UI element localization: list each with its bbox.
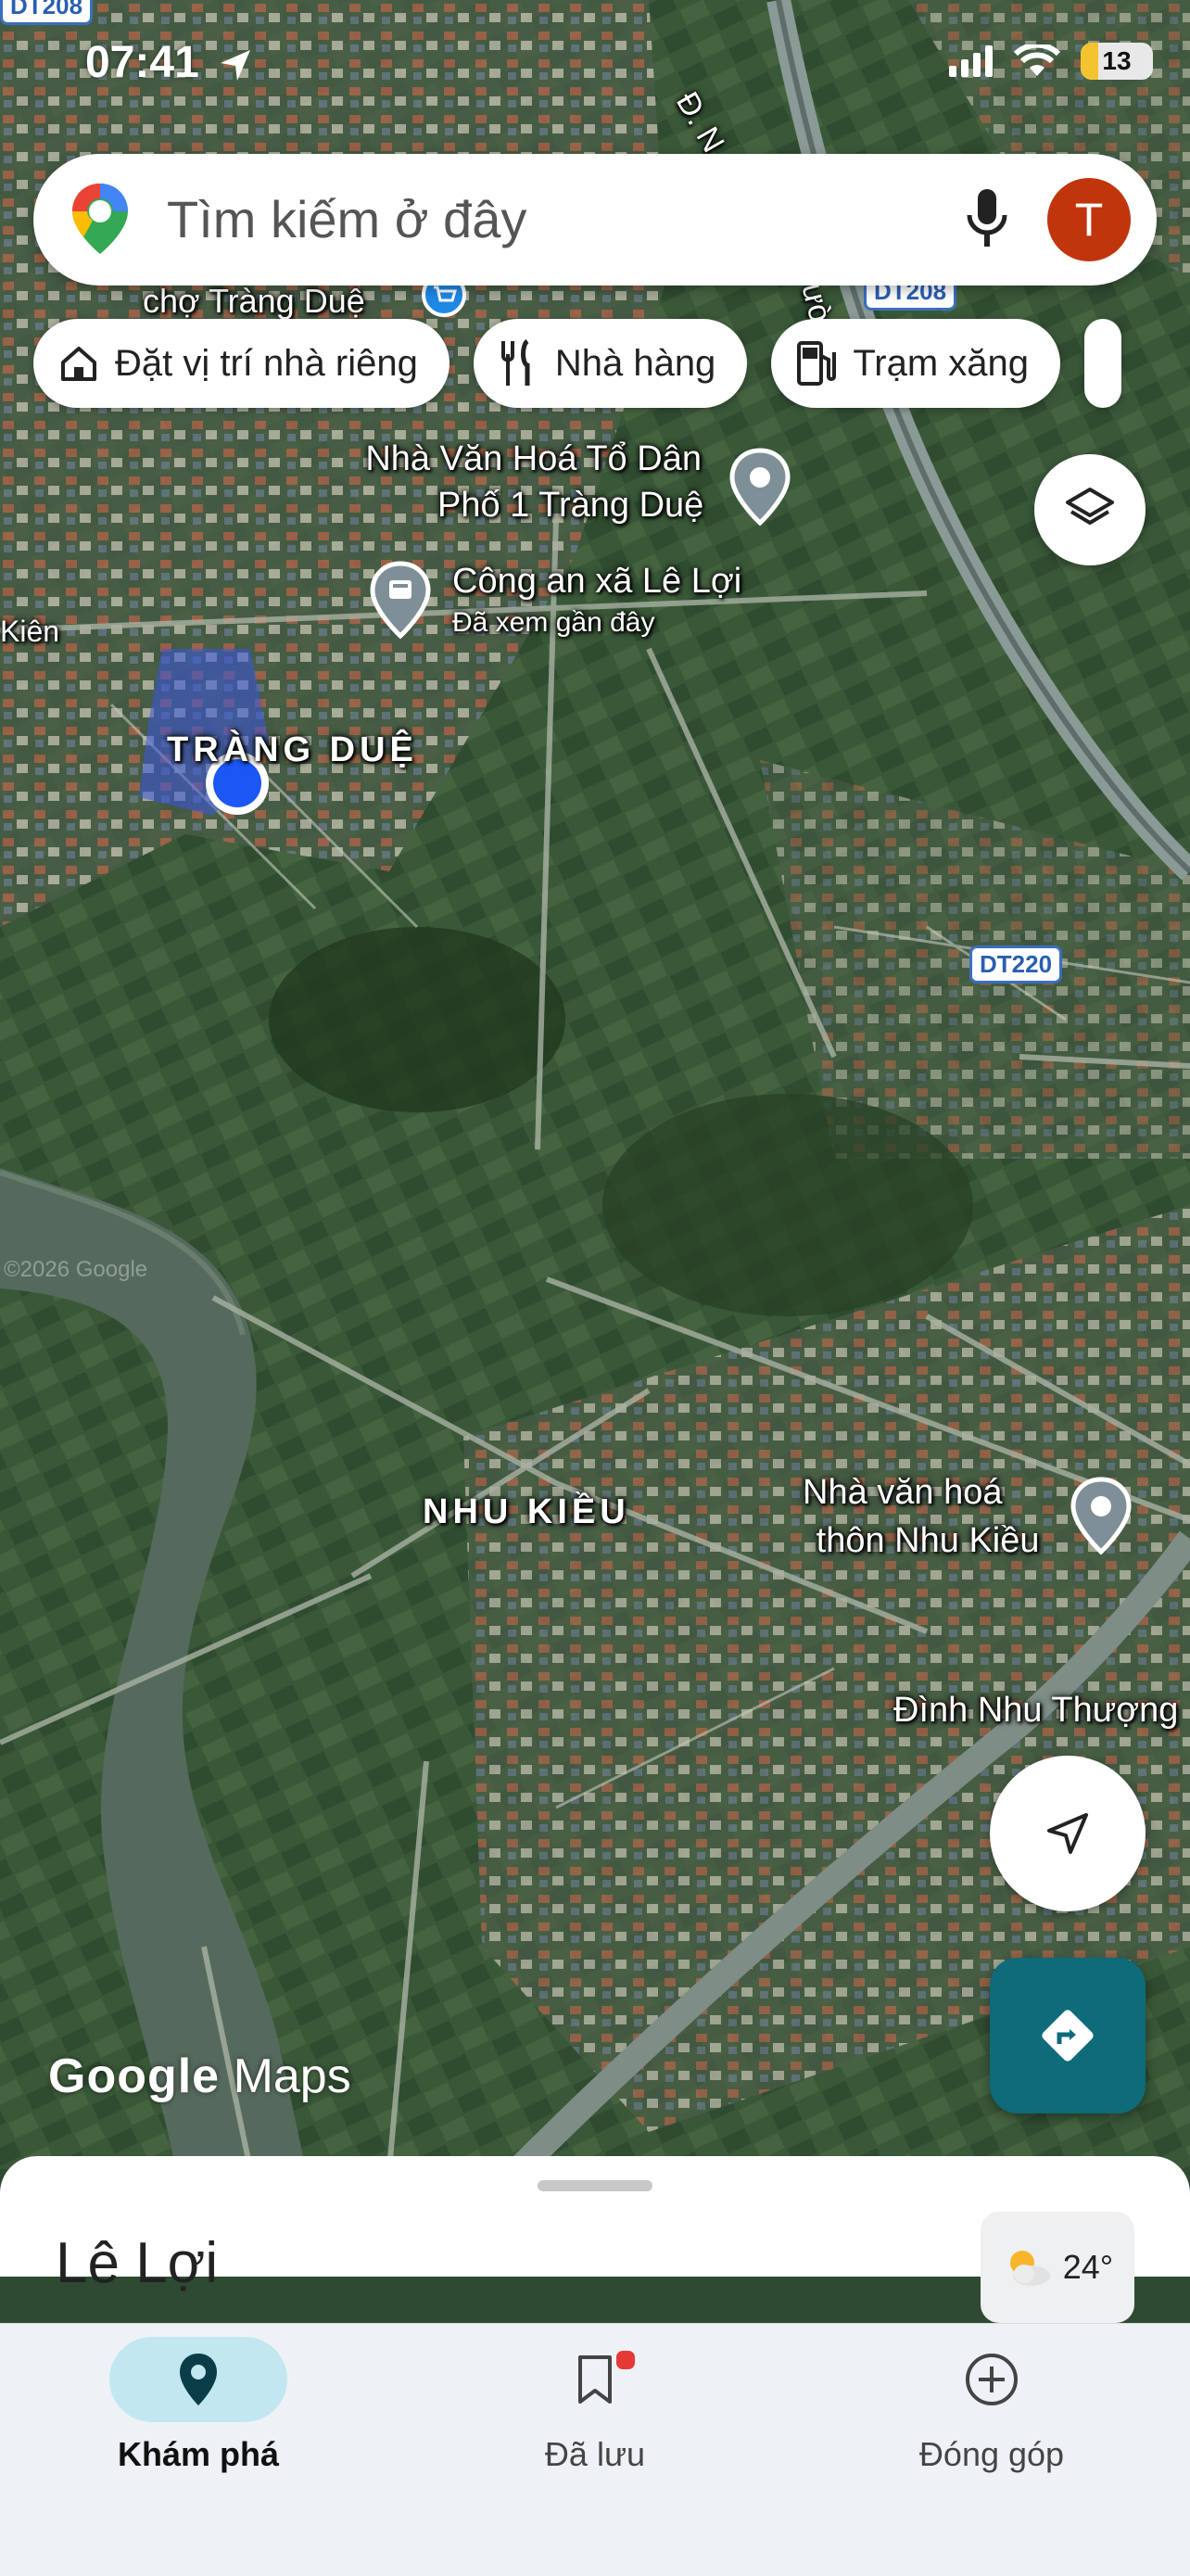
chip-more[interactable] xyxy=(1084,319,1121,408)
police-pin-icon[interactable] xyxy=(367,560,434,644)
restaurant-icon xyxy=(500,339,530,386)
navigation-arrow-icon xyxy=(1047,1813,1088,1854)
nav-icon-container xyxy=(506,2337,684,2422)
battery-indicator: 13 xyxy=(1081,43,1153,80)
map-pin-icon[interactable] xyxy=(727,447,793,531)
maps-wordmark: Maps xyxy=(233,2049,351,2103)
poi-label-line1: Nhà văn hoá xyxy=(803,1473,1003,1512)
chip-label: Nhà hàng xyxy=(554,342,716,384)
nav-label: Khám phá xyxy=(117,2435,280,2473)
my-location-button[interactable] xyxy=(990,1756,1146,1911)
area-label-trang-due: TRÀNG DUỆ xyxy=(167,730,418,769)
chip-restaurants[interactable]: Nhà hàng xyxy=(473,319,748,408)
bottom-sheet[interactable]: Lê Lợi 24° xyxy=(0,2156,1190,2323)
poi-label-nha-van-hoa-nhu-kieu[interactable]: Nhà văn hoá thôn Nhu Kiều xyxy=(803,1468,1040,1565)
nav-contribute[interactable]: Đóng góp xyxy=(793,2324,1190,2474)
add-circle-icon xyxy=(966,2354,1018,2405)
nav-icon-container xyxy=(109,2337,287,2422)
location-arrow-icon xyxy=(221,50,251,82)
status-time: 07:41 xyxy=(85,37,254,88)
directions-icon xyxy=(1042,2010,1094,2062)
status-icons: 13 xyxy=(949,43,1153,80)
bookmark-icon xyxy=(578,2355,612,2404)
poi-label-cong-an-name: Công an xã Lê Lợi xyxy=(452,562,742,601)
chip-label: Đặt vị trí nhà riêng xyxy=(115,342,418,384)
gas-station-icon xyxy=(797,341,837,386)
search-input[interactable]: Tìm kiếm ở đây xyxy=(167,189,526,249)
clock: 07:41 xyxy=(85,38,199,87)
directions-button[interactable] xyxy=(990,1958,1146,2113)
poi-label-line2: thôn Nhu Kiều xyxy=(816,1521,1040,1560)
poi-label-cong-an[interactable]: Công an xã Lê Lợi Đã xem gần đây xyxy=(452,558,741,641)
road-shield-dt208-top: DT208 xyxy=(0,0,94,25)
battery-level: 13 xyxy=(1102,46,1132,75)
chip-gas-stations[interactable]: Trạm xăng xyxy=(771,319,1060,408)
google-maps-logo: Google Maps xyxy=(48,2049,351,2104)
nav-explore[interactable]: Khám phá xyxy=(0,2324,397,2474)
notification-dot xyxy=(614,2348,638,2372)
account-avatar[interactable]: T xyxy=(1047,178,1131,261)
road-shield-dt220: DT220 xyxy=(969,945,1063,983)
poi-label-line2: Phố 1 Tràng Duệ xyxy=(437,486,704,525)
nav-icon-container xyxy=(903,2337,1081,2422)
map-pin-icon[interactable] xyxy=(1068,1476,1134,1560)
explore-pin-icon xyxy=(180,2354,217,2405)
map-copyright: ©2026 Google xyxy=(4,1257,148,1282)
chip-home[interactable]: Đặt vị trí nhà riêng xyxy=(33,319,449,408)
sheet-drag-handle[interactable] xyxy=(538,2180,652,2191)
category-chips: Đặt vị trí nhà riêng Nhà hàng Trạm xăng xyxy=(33,319,1121,408)
area-label-nhu-kieu: NHU KIỀU xyxy=(423,1492,630,1531)
poi-label-nha-van-hoa-to-dan-pho[interactable]: Nhà Văn Hoá Tổ Dân Phố 1 Tràng Duệ xyxy=(363,436,703,528)
weather-chip[interactable]: 24° xyxy=(981,2212,1134,2323)
nav-label: Đã lưu xyxy=(544,2435,646,2473)
layers-icon xyxy=(1066,488,1114,525)
chip-label: Trạm xăng xyxy=(853,342,1029,384)
weather-temperature: 24° xyxy=(1062,2248,1114,2286)
place-title: Lê Lợi xyxy=(56,2231,219,2295)
nav-label: Đóng góp xyxy=(918,2435,1065,2473)
wifi-icon xyxy=(1014,44,1060,76)
layers-button[interactable] xyxy=(1034,454,1146,565)
nav-saved[interactable]: Đã lưu xyxy=(397,2324,793,2474)
poi-label-dinh-nhu-thuong[interactable]: Đình Nhu Thượng xyxy=(893,1687,1178,1733)
cellular-signal-icon xyxy=(949,45,993,77)
google-maps-pin-icon xyxy=(72,184,128,254)
google-wordmark: Google xyxy=(48,2049,221,2103)
partly-cloudy-icon xyxy=(1009,2251,1050,2286)
microphone-icon[interactable] xyxy=(964,187,1010,252)
bottom-navigation: Khám phá Đã lưu Đóng góp xyxy=(0,2323,1190,2576)
search-bar[interactable]: Tìm kiếm ở đây T xyxy=(33,154,1157,286)
poi-label-line1: Nhà Văn Hoá Tổ Dân xyxy=(365,439,702,478)
home-icon xyxy=(61,347,96,381)
poi-label-cong-an-sub: Đã xem gần đây xyxy=(452,607,655,638)
area-label-kien: Kiên xyxy=(0,615,60,648)
